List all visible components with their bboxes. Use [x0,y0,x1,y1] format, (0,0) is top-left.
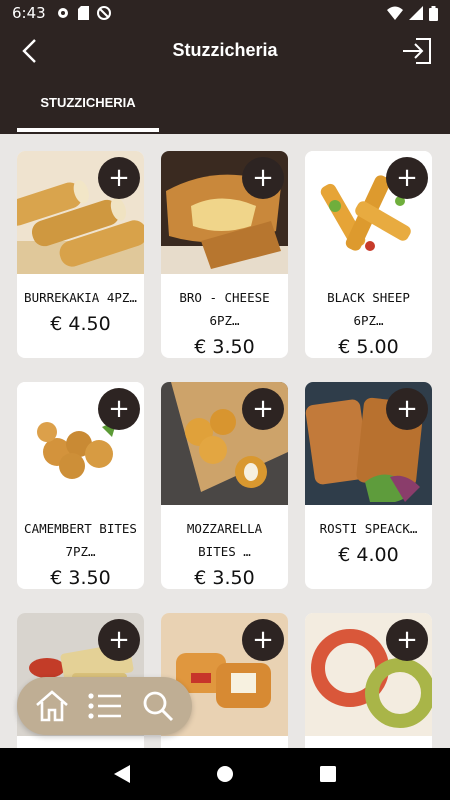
product-card[interactable]: + CAMEMBERT BITES 7PZ… € 3.50 [17,382,144,589]
add-to-cart-button[interactable]: + [386,388,428,430]
search-icon [143,691,173,722]
product-name: ROSTI SPEACK… [319,521,418,536]
product-price: € 3.50 [50,567,111,589]
add-to-cart-button[interactable]: + [98,388,140,430]
product-card[interactable]: + BRO - CHEESE 6PZ… € 3.50 [161,151,288,358]
list-icon [87,693,121,719]
product-card[interactable]: + ROSTI SPEACK… € 4.00 [305,382,432,589]
onion-rings-photo: + [305,613,432,736]
square-recents-icon [320,766,337,782]
product-price: € 3.50 [194,336,255,358]
add-to-cart-button[interactable]: + [242,157,284,199]
home-icon [35,690,68,722]
product-price: € 5.00 [338,336,399,358]
status-time: 6:43 [12,4,46,22]
rosti-photo: + [305,382,432,505]
wifi-icon [387,6,403,20]
add-to-cart-button[interactable]: + [98,157,140,199]
camembert-bites-photo: + [17,382,144,505]
cheese-sticks-photo: + [305,151,432,274]
product-price: € 4.50 [50,313,111,335]
product-card[interactable]: + BLACK SHEEP 6PZ… € 5.00 [305,151,432,358]
nav-home-button[interactable] [33,687,71,725]
no-disturb-icon [96,6,111,20]
add-to-cart-button[interactable]: + [98,619,140,661]
system-home-button[interactable] [210,759,240,789]
system-back-button[interactable] [107,759,137,789]
product-card[interactable]: + MOZZARELLA BITES … € 3.50 [161,382,288,589]
system-nav-bar [0,748,450,800]
page-title: Stuzzicheria [172,40,278,60]
system-recents-button[interactable] [313,759,343,789]
product-name: BLACK SHEEP 6PZ… [327,290,410,328]
triangle-back-icon [113,765,130,783]
status-bar: 6:43 [0,0,450,26]
app-bar: Stuzzicheria STUZZICHERIA [0,26,450,134]
sd-card-icon [77,6,89,20]
product-name: BURREKAKIA 4PZ… [24,290,137,305]
logout-icon [403,38,431,64]
product-card[interactable]: + BURREKAKIA 4PZ… € 4.50 [17,151,144,358]
floating-nav-bar [17,677,192,735]
product-price: € 4.00 [338,544,399,566]
circle-home-icon [216,766,233,782]
mozzarella-bites-photo: + [161,382,288,505]
nav-list-button[interactable] [86,687,124,725]
add-to-cart-button[interactable]: + [386,157,428,199]
add-to-cart-button[interactable]: + [242,619,284,661]
add-to-cart-button[interactable]: + [242,388,284,430]
status-right-icons [387,5,438,21]
add-to-cart-button[interactable]: + [386,619,428,661]
settings-icon [57,8,68,18]
product-price: € 3.50 [194,567,255,589]
product-name: CAMEMBERT BITES 7PZ… [24,521,137,559]
spring-rolls-photo: + [17,151,144,274]
tab-indicator [17,128,159,132]
product-name: MOZZARELLA BITES … [186,521,263,559]
logout-button[interactable] [400,36,434,66]
signal-icon [409,6,423,20]
cheese-rolls-photo: + [161,151,288,274]
battery-icon [429,5,438,21]
nav-search-button[interactable] [139,687,177,725]
status-left-icons [56,6,111,20]
product-name: BRO - CHEESE 6PZ… [179,290,270,328]
